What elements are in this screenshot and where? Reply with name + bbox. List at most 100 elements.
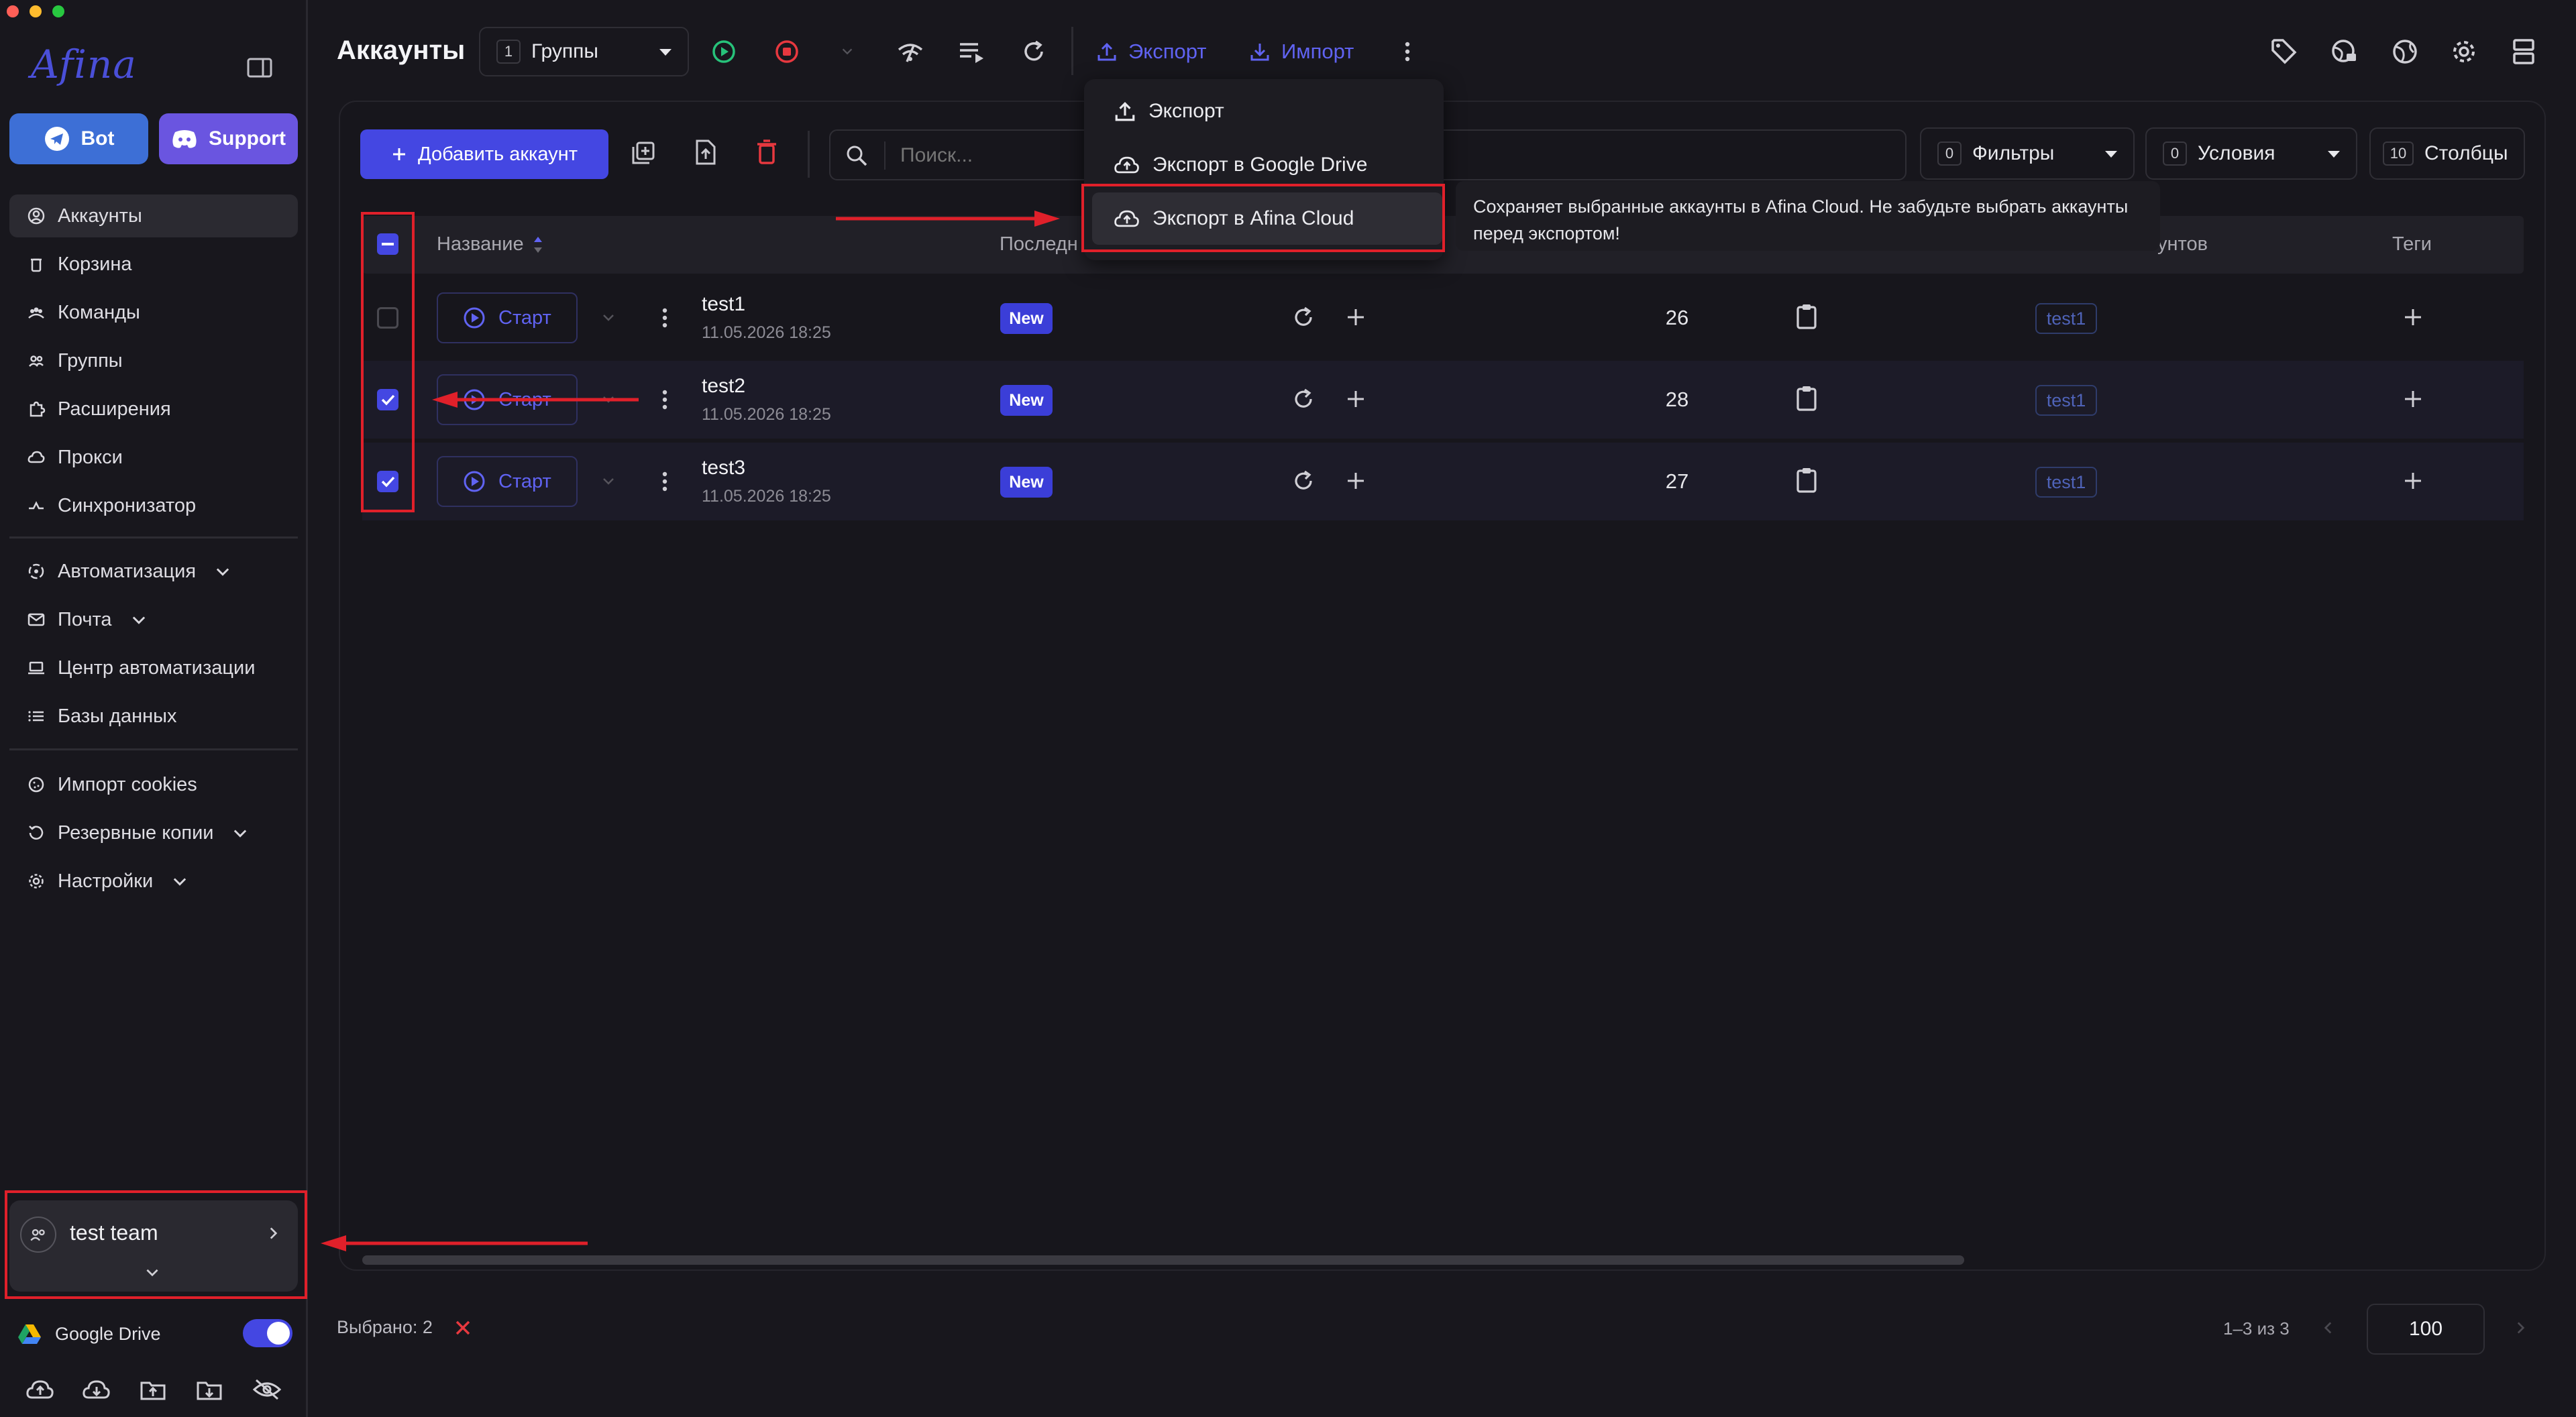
more-vertical-icon[interactable]: [655, 469, 675, 494]
globe-icon[interactable]: [2391, 38, 2419, 66]
sidebar-item-import-cookies[interactable]: Импорт cookies: [9, 763, 298, 806]
clipboard-icon[interactable]: [1795, 385, 1818, 412]
columns-button[interactable]: 10 Столбцы: [2369, 127, 2525, 180]
tag-chip[interactable]: test1: [2035, 467, 2097, 498]
import-button[interactable]: Импорт: [1249, 35, 1354, 68]
start-button[interactable]: Старт: [437, 292, 578, 343]
globe-lock-icon[interactable]: [2330, 38, 2359, 66]
chevron-down-icon[interactable]: [839, 44, 856, 59]
annotation-highlight-team: [5, 1190, 307, 1299]
column-header-accounts[interactable]: унтов: [2157, 233, 2208, 256]
account-name[interactable]: test3: [702, 457, 745, 479]
more-vertical-icon[interactable]: [1397, 39, 1418, 64]
refresh-icon[interactable]: [1292, 306, 1315, 329]
selected-count: Выбрано: 2: [337, 1317, 433, 1337]
account-name[interactable]: test2: [702, 375, 745, 398]
horizontal-scrollbar[interactable]: [362, 1255, 1964, 1265]
chevron-down-icon[interactable]: [600, 473, 617, 490]
sidebar-item-automation-center[interactable]: Центр автоматизации: [9, 646, 298, 689]
sidebar-item-trash[interactable]: Корзина: [9, 243, 298, 286]
add-account-label: Добавить аккаунт: [418, 143, 578, 165]
sidebar-item-groups[interactable]: Группы: [9, 339, 298, 382]
column-header-name[interactable]: Название: [437, 233, 544, 256]
annotation-arrow-to-team: [321, 1235, 588, 1251]
refresh-icon[interactable]: [1021, 39, 1046, 64]
clipboard-icon[interactable]: [1795, 467, 1818, 494]
wifi-off-icon[interactable]: [896, 39, 924, 64]
copy-add-icon[interactable]: [631, 140, 656, 166]
add-account-button[interactable]: Добавить аккаунт: [360, 129, 608, 179]
groups-select[interactable]: 1 Группы: [479, 27, 689, 76]
tag-chip[interactable]: test1: [2035, 385, 2097, 416]
sidebar-item-accounts[interactable]: Аккаунты: [9, 194, 298, 237]
sidebar-item-mail[interactable]: Почта: [9, 598, 298, 641]
layout-icon[interactable]: [2510, 38, 2537, 66]
menu-item-label: Экспорт: [1148, 100, 1224, 122]
sidebar-item-proxy[interactable]: Прокси: [9, 436, 298, 479]
more-vertical-icon[interactable]: [655, 306, 675, 330]
tag-icon[interactable]: [2270, 38, 2298, 66]
google-drive-toggle[interactable]: [243, 1319, 292, 1347]
sidebar-item-teams[interactable]: Команды: [9, 291, 298, 334]
account-name[interactable]: test1: [702, 293, 745, 316]
start-button[interactable]: Старт: [437, 456, 578, 507]
filters-select[interactable]: 0 Фильтры: [1920, 127, 2135, 180]
delete-icon[interactable]: [756, 139, 777, 166]
mail-icon: [28, 613, 45, 626]
chevron-down-icon[interactable]: [600, 310, 617, 326]
folder-download-icon[interactable]: [196, 1377, 223, 1402]
add-tag-icon[interactable]: [2403, 307, 2423, 327]
sidebar-item-label: Базы данных: [58, 705, 177, 727]
sidebar-item-label: Корзина: [58, 253, 132, 275]
sidebar-item-backups[interactable]: Резервные копии: [9, 811, 298, 854]
eye-off-icon[interactable]: [252, 1377, 282, 1402]
plus-icon[interactable]: [1346, 389, 1366, 409]
add-tag-icon[interactable]: [2403, 389, 2423, 409]
laptop-icon: [28, 661, 44, 675]
cloud-download-icon[interactable]: [82, 1377, 111, 1402]
cloud-upload-icon[interactable]: [25, 1377, 55, 1402]
column-header-tags[interactable]: Теги: [2392, 233, 2432, 256]
stop-circle-icon[interactable]: [774, 39, 800, 64]
sidebar-item-automation[interactable]: Автоматизация: [9, 550, 298, 593]
refresh-icon[interactable]: [1292, 469, 1315, 492]
bot-button[interactable]: Bot: [9, 113, 148, 164]
play-circle-icon[interactable]: [711, 39, 737, 64]
window-close-button[interactable]: [7, 5, 19, 17]
support-button[interactable]: Support: [159, 113, 298, 164]
page-size-input[interactable]: 100: [2367, 1304, 2485, 1355]
file-export-icon[interactable]: [694, 139, 718, 166]
folder-upload-icon[interactable]: [140, 1377, 166, 1402]
window-minimize-button[interactable]: [30, 5, 42, 17]
collapse-sidebar-icon[interactable]: [247, 58, 272, 78]
telegram-icon: [44, 127, 69, 151]
table-row[interactable]: [362, 278, 2524, 355]
table-row[interactable]: [362, 361, 2524, 439]
playlist-icon[interactable]: [958, 40, 986, 64]
settings-icon[interactable]: [2450, 38, 2478, 66]
plus-icon[interactable]: [1346, 307, 1366, 327]
menu-item-export[interactable]: Экспорт: [1092, 85, 1442, 137]
sidebar-item-synchronizer[interactable]: Синхронизатор: [9, 484, 298, 527]
sidebar-item-label: Расширения: [58, 398, 171, 420]
user-circle-icon: [28, 207, 45, 225]
sidebar-item-extensions[interactable]: Расширения: [9, 388, 298, 431]
window-zoom-button[interactable]: [52, 5, 64, 17]
next-page-icon[interactable]: [2512, 1318, 2529, 1337]
clipboard-icon[interactable]: [1795, 303, 1818, 330]
conditions-select[interactable]: 0 Условия: [2145, 127, 2357, 180]
google-drive-icon: [18, 1324, 41, 1344]
add-tag-icon[interactable]: [2403, 471, 2423, 491]
prev-page-icon[interactable]: [2320, 1318, 2337, 1337]
account-count: 27: [1665, 469, 1689, 493]
sidebar-item-settings[interactable]: Настройки: [9, 860, 298, 903]
column-header-last[interactable]: Последн: [1000, 233, 1078, 256]
plus-icon[interactable]: [1346, 471, 1366, 491]
sidebar-item-databases[interactable]: Базы данных: [9, 695, 298, 738]
clear-selection-icon[interactable]: [453, 1318, 472, 1337]
table-row[interactable]: [362, 443, 2524, 520]
more-vertical-icon[interactable]: [655, 388, 675, 412]
refresh-icon[interactable]: [1292, 388, 1315, 410]
export-button[interactable]: Экспорт: [1096, 35, 1206, 68]
tag-chip[interactable]: test1: [2035, 303, 2097, 334]
